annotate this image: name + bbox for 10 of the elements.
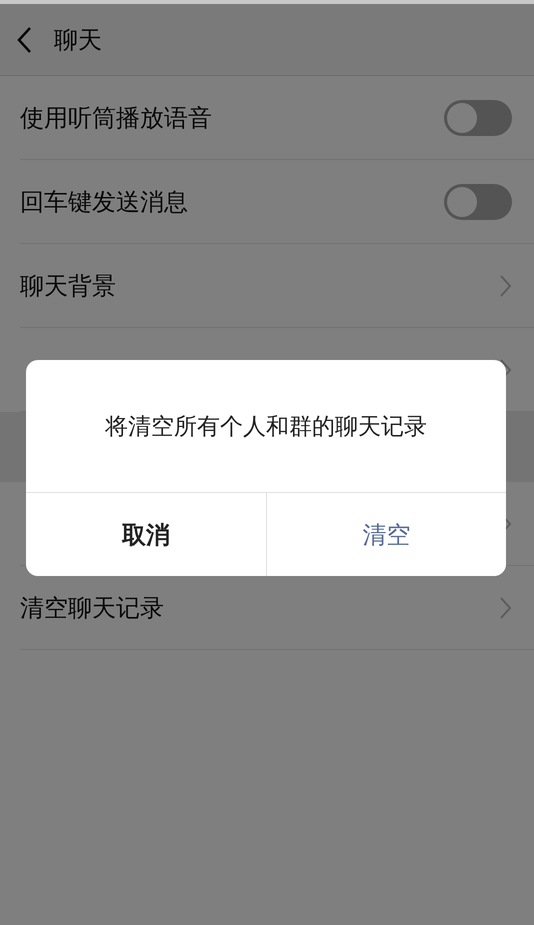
toggle-switch[interactable] xyxy=(444,184,512,220)
chevron-icon xyxy=(500,596,512,618)
setting-label: 使用听筒播放语音 xyxy=(20,102,212,134)
setting-label: 回车键发送消息 xyxy=(20,186,188,218)
confirm-button[interactable]: 清空 xyxy=(266,493,506,576)
screen-title: 聊天 xyxy=(54,24,102,56)
setting-label: 聊天背景 xyxy=(20,270,116,302)
toggle-switch[interactable] xyxy=(444,100,512,136)
chevron-icon xyxy=(500,274,512,296)
setting-label: 清空聊天记录 xyxy=(20,592,164,624)
